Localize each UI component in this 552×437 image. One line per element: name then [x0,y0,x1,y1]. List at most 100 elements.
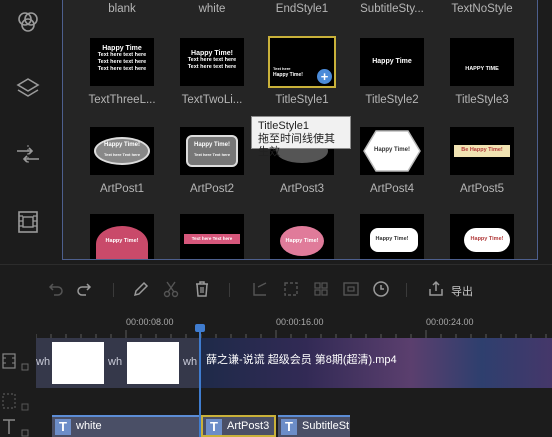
add-to-timeline-icon[interactable]: + [317,69,332,84]
text-clip-label: ArtPost3 [227,420,270,432]
thumb-title: Happy Time! [470,236,504,242]
library-item-texttwolines[interactable]: Happy Time! Text here text here Text her… [167,38,257,106]
library-item-artpost5[interactable]: Be Happy Time! ArtPost5 [437,127,527,195]
library-item-titlestyle1[interactable]: Text here Happy Time! + TitleStyle1 [257,36,347,106]
text-track[interactable]: T white T ArtPost3 T SubtitleSt [36,414,552,437]
item-label: ArtPost2 [189,183,235,195]
thumb-title: Happy Time! [104,142,140,148]
text-track-header [0,416,36,437]
thumb-title: Be Happy Time! [461,147,503,153]
item-thumbnail: Happy Time! [90,214,154,259]
item-thumbnail: Happy Time! Text here Text here [90,127,154,175]
item-label: ArtPost3 [279,183,325,195]
item-thumbnail: Happy Time! [270,214,334,259]
library-item-endstyle1[interactable]: EndStyle1 [257,3,347,15]
thumb-title: Happy Time! [191,50,233,57]
clip-label: wh [183,356,198,368]
item-label: ArtPost1 [99,183,145,195]
item-label: TextNoStyle [451,3,513,15]
library-item-blank[interactable]: blank [77,3,167,15]
clip-label: wh [108,356,123,368]
overlay-track[interactable] [36,388,552,414]
library-item-titlestyle3[interactable]: HAPPY TIME TitleStyle3 [437,38,527,106]
thumb-title: Text here Text here [191,236,233,241]
library-item-row4-5[interactable]: Happy Time! [437,214,527,259]
video-track-icon [2,353,29,371]
thumb-line: Text here text here [187,57,237,63]
library-item-subtitlestyle[interactable]: SubtitleSty... [347,3,437,15]
clip-label: wh [36,356,51,368]
library-item-textthreelines[interactable]: Happy Time Text here text here Text here… [77,38,167,106]
zoom-box-icon[interactable] [281,279,301,299]
thumb-title: Happy Time! [374,147,410,153]
library-item-row4-3[interactable]: Happy Time! [257,214,347,259]
thumb-title: Happy Time! [194,142,230,148]
library-item-artpost4[interactable]: Happy Time! ArtPost4 [347,127,437,195]
tooltip-hint: 拖至时间线使其生效 [258,133,335,158]
text-clip-label: white [76,420,102,432]
item-thumbnail: Happy Time [360,38,424,86]
overlay-icon[interactable] [14,8,42,36]
library-item-white[interactable]: white [167,3,257,15]
item-label: TextTwoLi... [181,94,243,106]
ruler-ticks [36,330,547,338]
export-icon[interactable] [426,279,446,299]
thumb-line: Text here text here [97,66,147,72]
crop-icon[interactable] [250,279,270,299]
item-label: SubtitleSty... [360,3,424,15]
thumb-line: Text here text here [187,64,237,70]
drag-tooltip: TitleStyle1 拖至时间线使其生效 [251,116,351,158]
thumb-title: Happy Time! [105,238,139,244]
library-item-row4-2[interactable]: Text here Text here [167,214,257,259]
ruler-time-label: 00:00:08.00 [126,317,174,327]
export-button[interactable]: 导出 [451,283,473,299]
library-item-artpost2[interactable]: Happy Time! Text here Text here ArtPost2 [167,127,257,195]
redo-icon[interactable] [75,279,95,299]
library-item-row4-1[interactable]: Happy Time! [77,214,167,259]
left-rail [0,0,56,262]
transition-icon[interactable] [14,141,42,169]
thumb-title: Happy Time [102,45,142,52]
layers-icon[interactable] [14,74,42,102]
item-thumbnail: Happy Time! Text here Text here [180,127,244,175]
text-clip-white[interactable]: T white [52,415,200,437]
toolbar-divider [406,283,407,297]
movie-clip-title: 薛之谦-说谎 超级会员 第8期(超清).mp4 [206,354,397,366]
scissors-icon[interactable] [161,279,181,299]
text-clip-artpost3[interactable]: T ArtPost3 [201,415,276,437]
text-track-icon [3,419,29,437]
library-item-textnostyle[interactable]: TextNoStyle [437,3,527,15]
item-thumbnail: HAPPY TIME [450,38,514,86]
white-clip[interactable] [52,342,104,384]
text-clip-icon: T [206,419,222,435]
duration-clock-icon[interactable] [371,279,391,299]
thumb-title: HAPPY TIME [465,66,499,72]
thumb-line: Text here text here [97,59,147,65]
freeze-frame-icon[interactable] [341,279,361,299]
item-label: ArtPost5 [459,183,505,195]
delete-trash-icon[interactable] [192,279,212,299]
edit-pencil-icon[interactable] [131,279,151,299]
toolbar-divider [113,283,114,297]
library-item-row4-4[interactable]: Happy Time! [347,214,437,259]
mosaic-icon[interactable] [311,279,331,299]
white-clip[interactable] [127,342,179,384]
item-label: ArtPost4 [369,183,415,195]
text-clip-subtitlestyle[interactable]: T SubtitleSt [278,415,350,437]
item-label: TextThreeL... [88,94,156,106]
playhead-line[interactable] [199,326,201,437]
ruler-time-label: 00:00:16.00 [276,317,324,327]
library-item-titlestyle2[interactable]: Happy Time TitleStyle2 [347,38,437,106]
film-icon[interactable] [14,208,42,236]
undo-icon[interactable] [45,279,65,299]
overlay-track-header [0,390,36,414]
library-item-artpost1[interactable]: Happy Time! Text here Text here ArtPost1 [77,127,167,195]
video-track-header [0,350,36,374]
item-label: TitleStyle3 [455,94,509,106]
tooltip-title: TitleStyle1 [258,120,309,132]
item-thumbnail-selected: Text here Happy Time! + [268,36,336,88]
video-track[interactable]: wh wh wh 薛之谦-说谎 超级会员 第8期(超清).mp4 [36,338,552,388]
timeline-ruler[interactable]: 00:00:08.00 00:00:16.00 00:00:24.00 [0,314,552,338]
movie-clip[interactable]: 薛之谦-说谎 超级会员 第8期(超清).mp4 [200,338,552,388]
item-label: white [198,3,226,15]
